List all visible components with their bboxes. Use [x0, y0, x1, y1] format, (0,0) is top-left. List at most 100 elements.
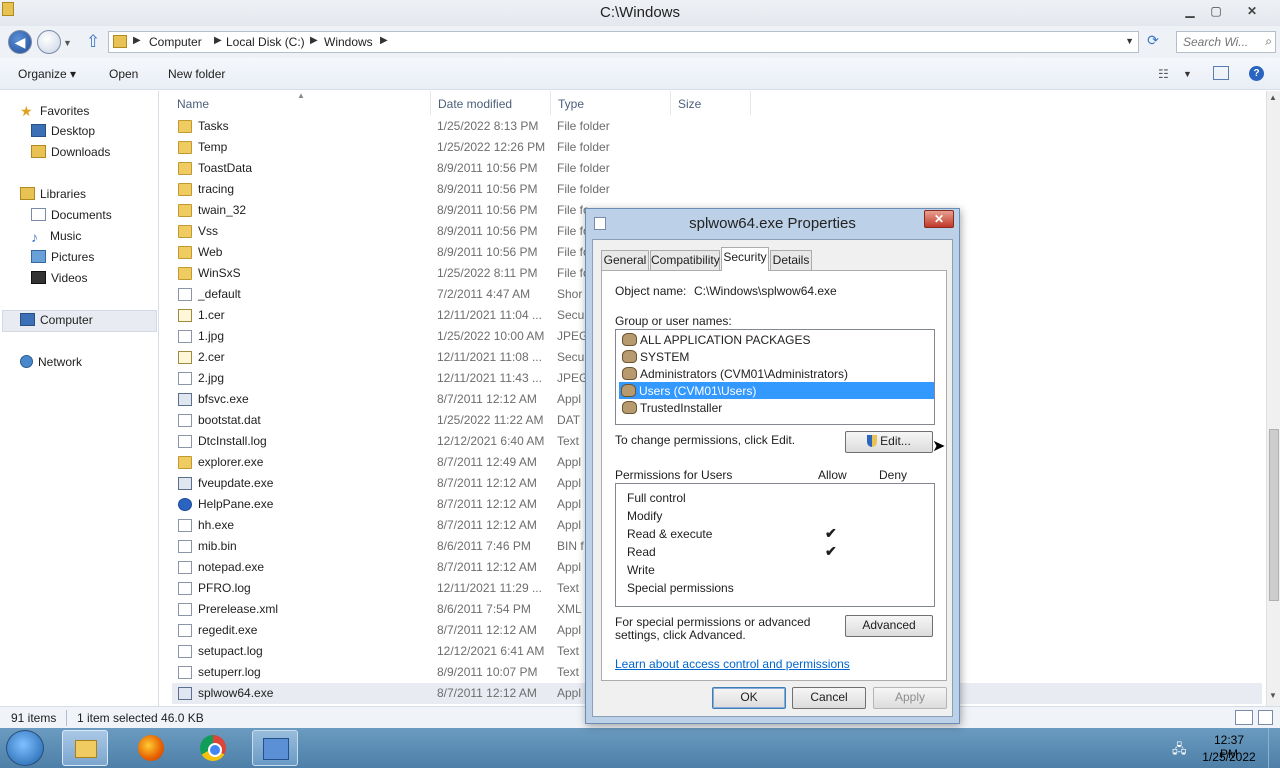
details-view-icon[interactable] — [1235, 710, 1253, 725]
nav-pictures[interactable]: Pictures — [31, 250, 94, 264]
group-list-item[interactable]: SYSTEM — [620, 348, 934, 365]
nav-label: Favorites — [40, 104, 90, 118]
cancel-button[interactable]: Cancel — [792, 687, 866, 709]
up-arrow-icon[interactable]: ⇧ — [86, 32, 100, 52]
back-button[interactable]: ◀ — [8, 30, 32, 54]
file-date: 1/25/2022 10:00 AM — [437, 329, 545, 343]
column-divider[interactable] — [750, 91, 751, 115]
deny-header: Deny — [879, 468, 908, 482]
nav-label: Downloads — [51, 145, 111, 159]
views-icon[interactable]: ☷ — [1158, 67, 1169, 81]
file-row[interactable]: Temp 1/25/2022 12:26 PM File folder — [172, 137, 1262, 158]
file-row[interactable]: tracing 8/9/2011 10:56 PM File folder — [172, 179, 1262, 200]
organize-button[interactable]: Organize ▾ — [18, 67, 76, 81]
advanced-button[interactable]: Advanced — [845, 615, 933, 637]
breadcrumb-computer[interactable]: Computer — [149, 35, 202, 49]
scroll-up-arrow-icon[interactable]: ▲ — [1269, 93, 1277, 102]
column-divider[interactable] — [430, 91, 431, 115]
taskbar-firefox-button[interactable] — [128, 730, 174, 766]
column-header-date[interactable]: Date modified — [438, 97, 512, 111]
nav-desktop[interactable]: Desktop — [31, 124, 95, 138]
nav-libraries[interactable]: Libraries — [20, 187, 86, 201]
scrollbar-thumb[interactable] — [1269, 429, 1279, 601]
nav-documents[interactable]: Documents — [31, 208, 112, 222]
refresh-button[interactable]: ⟳ — [1142, 32, 1164, 52]
taskbar-chrome-button[interactable] — [190, 730, 236, 766]
column-header-name[interactable]: Name — [177, 97, 209, 111]
maximize-button[interactable]: ▢ — [1202, 2, 1230, 20]
new-folder-button[interactable]: New folder — [168, 67, 225, 81]
file-name: 1.jpg — [198, 329, 225, 343]
nav-favorites[interactable]: ★ Favorites — [20, 103, 89, 120]
folder-icon — [178, 204, 192, 217]
tab-compatibility[interactable]: Compatibility — [650, 250, 720, 270]
chevron-right-icon[interactable]: ▶ — [214, 35, 222, 46]
search-box[interactable]: ⌕ — [1176, 31, 1276, 53]
chevron-right-icon[interactable]: ▶ — [133, 35, 141, 46]
ok-button[interactable]: OK — [712, 687, 786, 709]
tab-general[interactable]: General — [601, 250, 649, 270]
tab-security[interactable]: Security — [721, 247, 769, 271]
breadcrumb-local-disk[interactable]: Local Disk (C:) — [226, 35, 305, 49]
column-header-size[interactable]: Size — [678, 97, 701, 111]
group-list-item[interactable]: Administrators (CVM01\Administrators) — [620, 365, 934, 382]
nav-music[interactable]: ♪ Music — [31, 229, 81, 245]
group-list-item[interactable]: TrustedInstaller — [620, 399, 934, 416]
file-row[interactable]: Tasks 1/25/2022 8:13 PM File folder — [172, 116, 1262, 137]
network-tray-icon[interactable]: 🖧 — [1172, 740, 1187, 762]
nav-videos[interactable]: Videos — [31, 271, 87, 285]
file-date: 8/7/2011 12:12 AM — [437, 518, 537, 532]
show-desktop-button[interactable] — [1268, 728, 1280, 768]
permissions-label: Permissions for Users — [615, 468, 733, 482]
forward-button[interactable] — [37, 30, 61, 54]
file-type: Secu — [557, 308, 585, 322]
permission-row: Full control — [627, 488, 927, 506]
vertical-scrollbar[interactable]: ▲ ▼ — [1266, 91, 1280, 706]
apply-button[interactable]: Apply — [873, 687, 947, 709]
exe-icon — [178, 687, 192, 700]
minimize-button[interactable]: ▁ — [1176, 2, 1204, 20]
scroll-down-arrow-icon[interactable]: ▼ — [1269, 691, 1277, 700]
recent-pages-dropdown[interactable]: ▼ — [63, 38, 72, 48]
chevron-right-icon[interactable]: ▶ — [380, 35, 388, 46]
command-toolbar: Organize ▾ Open New folder ☷ ▼ ? — [0, 58, 1280, 90]
search-icon[interactable]: ⌕ — [1265, 34, 1272, 49]
dialog-close-button[interactable]: ✕ — [924, 210, 954, 228]
group-list-item[interactable]: ALL APPLICATION PACKAGES — [620, 331, 934, 348]
folder-icon — [178, 267, 192, 280]
tab-details[interactable]: Details — [770, 250, 812, 270]
nav-computer[interactable]: Computer — [20, 313, 93, 327]
clock-date[interactable]: 1/25/2022 — [1201, 750, 1257, 764]
file-icon — [178, 414, 192, 427]
nav-downloads[interactable]: Downloads — [31, 145, 110, 159]
breadcrumb-windows[interactable]: Windows — [324, 35, 373, 49]
search-input[interactable] — [1183, 33, 1261, 51]
column-divider[interactable] — [670, 91, 671, 115]
column-divider[interactable] — [550, 91, 551, 115]
file-date: 8/7/2011 12:12 AM — [437, 686, 537, 700]
close-button[interactable]: ✕ — [1238, 2, 1266, 20]
start-button[interactable] — [6, 730, 44, 766]
chevron-right-icon[interactable]: ▶ — [310, 35, 318, 46]
address-bar[interactable]: ▶ Computer ▶ Local Disk (C:) ▶ Windows ▶… — [108, 31, 1139, 53]
chevron-down-icon[interactable]: ▼ — [1125, 36, 1134, 46]
open-button[interactable]: Open — [109, 67, 138, 81]
file-row[interactable]: ToastData 8/9/2011 10:56 PM File folder — [172, 158, 1262, 179]
preview-pane-icon[interactable] — [1213, 66, 1229, 80]
chevron-down-icon[interactable]: ▼ — [1183, 69, 1192, 79]
taskbar-control-panel-button[interactable] — [252, 730, 298, 766]
control-panel-icon — [263, 738, 289, 760]
column-header-type[interactable]: Type — [558, 97, 584, 111]
nav-label: Computer — [40, 313, 93, 327]
file-name: regedit.exe — [198, 623, 258, 637]
taskbar-explorer-button[interactable] — [62, 730, 108, 766]
file-date: 8/9/2011 10:07 PM — [437, 665, 538, 679]
file-name: DtcInstall.log — [198, 434, 267, 448]
edit-button[interactable]: Edit... — [845, 431, 933, 453]
nav-network[interactable]: Network — [20, 355, 82, 369]
learn-access-control-link[interactable]: Learn about access control and permissio… — [615, 657, 850, 671]
help-icon[interactable]: ? — [1249, 66, 1264, 81]
group-list-item[interactable]: Users (CVM01\Users) — [619, 382, 934, 399]
group-user-list[interactable]: ALL APPLICATION PACKAGES SYSTEM Administra… — [615, 329, 935, 425]
large-icons-view-icon[interactable] — [1258, 710, 1273, 725]
